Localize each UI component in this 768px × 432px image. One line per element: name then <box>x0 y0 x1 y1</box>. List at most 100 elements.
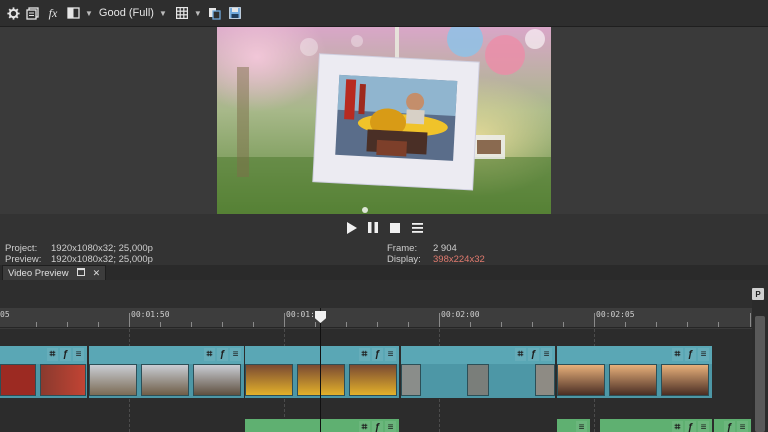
preview-quality-select[interactable]: Good (Full) <box>99 7 154 19</box>
timeline-tracks[interactable]: ⌗ ƒ ≡ ⌗ ƒ ≡ ⌗ ƒ ≡ ⌗ ƒ ≡ ⌗ ƒ ≡ ⌗ ƒ ≡ ≡ ⌗ … <box>0 329 752 432</box>
audio-clip[interactable]: ⌗ ƒ ≡ <box>600 419 713 432</box>
audio-clip[interactable]: ⌗ ƒ ≡ <box>245 419 400 432</box>
event-fx-icon[interactable]: ƒ <box>372 421 383 432</box>
ruler-minor-tick <box>501 322 502 327</box>
display-value: 398x224x32 <box>433 254 485 265</box>
video-clip[interactable]: ⌗ ƒ ≡ <box>0 346 88 398</box>
overlay-dropdown-icon[interactable]: ▼ <box>194 9 202 18</box>
scrollbar-thumb[interactable] <box>755 316 765 432</box>
pan-crop-icon[interactable]: ⌗ <box>47 348 58 361</box>
event-fx-icon[interactable]: ƒ <box>60 348 71 361</box>
ruler-minor-tick <box>222 322 223 327</box>
ruler-minor-tick <box>718 322 719 327</box>
video-fx-icon[interactable]: fx <box>44 3 62 23</box>
clip-thumbnail <box>557 364 605 396</box>
video-clip[interactable]: ⌗ ƒ ≡ <box>245 346 400 398</box>
timeline-ruler[interactable]: 05 00:01:50 00:01:55 00:02:00 00:02:05 <box>0 308 752 328</box>
maximize-icon[interactable] <box>76 268 85 278</box>
clip-thumbnail <box>349 364 397 396</box>
ruler-major-tick <box>439 313 440 327</box>
event-fx-icon[interactable]: ƒ <box>685 421 696 432</box>
ruler-minor-tick <box>253 322 254 327</box>
pause-icon[interactable] <box>366 221 380 235</box>
pan-crop-icon[interactable]: ⌗ <box>204 348 215 361</box>
split-screen-icon[interactable] <box>64 3 82 23</box>
ruler-minor-tick <box>408 322 409 327</box>
ruler-label: 00:02:05 <box>596 310 635 319</box>
clip-icons: ƒ ≡ <box>724 421 748 432</box>
clip-menu-icon[interactable]: ≡ <box>385 421 396 432</box>
audio-clip[interactable]: ƒ ≡ <box>714 419 752 432</box>
project-info: Project: 1920x1080x32; 25,000p <box>5 243 153 254</box>
marker-button[interactable]: P <box>752 288 764 300</box>
close-icon[interactable]: ✕ <box>93 268 101 279</box>
ruler-minor-tick <box>625 322 626 327</box>
ruler-minor-tick <box>687 322 688 327</box>
play-icon[interactable] <box>344 221 358 235</box>
window-tab-strip: Video Preview ✕ <box>0 265 768 280</box>
preview-frame-image[interactable] <box>217 27 551 214</box>
playhead-line[interactable] <box>320 308 321 432</box>
clip-thumbnail <box>467 364 489 396</box>
audio-clip[interactable]: ≡ <box>557 419 591 432</box>
event-fx-icon[interactable]: ƒ <box>685 348 696 361</box>
preview-info-panel: Project: 1920x1080x32; 25,000p Preview: … <box>0 241 768 265</box>
project-value: 1920x1080x32; 25,000p <box>51 243 153 254</box>
clip-icons: ⌗ ƒ ≡ <box>672 421 709 432</box>
clip-thumbnail <box>141 364 189 396</box>
ruler-minor-tick <box>160 322 161 327</box>
ruler-minor-tick <box>563 322 564 327</box>
ruler-label: 00:02:00 <box>441 310 480 319</box>
clip-thumbnail <box>245 364 293 396</box>
ruler-minor-tick <box>98 322 99 327</box>
pan-crop-icon[interactable]: ⌗ <box>672 421 683 432</box>
tab-video-preview[interactable]: Video Preview ✕ <box>2 265 107 280</box>
clip-menu-icon[interactable]: ≡ <box>541 348 552 361</box>
pan-crop-icon[interactable]: ⌗ <box>672 348 683 361</box>
clip-menu-icon[interactable]: ≡ <box>73 348 84 361</box>
clip-thumbnail <box>401 364 421 396</box>
event-fx-icon[interactable]: ƒ <box>528 348 539 361</box>
preview-quality-dropdown-icon[interactable]: ▼ <box>159 9 167 18</box>
timeline-vertical-scrollbar[interactable] <box>752 300 768 432</box>
clip-icons: ⌗ ƒ ≡ <box>672 348 709 361</box>
video-clip[interactable]: ⌗ ƒ ≡ <box>557 346 713 398</box>
pan-crop-icon[interactable]: ⌗ <box>359 348 370 361</box>
menu-icon[interactable] <box>410 221 424 235</box>
clip-thumbnail <box>609 364 657 396</box>
frame-value: 2 904 <box>433 243 457 254</box>
frame-info: Frame: 2 904 <box>387 243 457 254</box>
clip-menu-icon[interactable]: ≡ <box>385 348 396 361</box>
ruler-minor-tick <box>656 322 657 327</box>
grid-icon[interactable] <box>173 3 191 23</box>
stop-icon[interactable] <box>388 221 402 235</box>
clip-icons: ⌗ ƒ ≡ <box>359 421 396 432</box>
event-fx-icon[interactable]: ƒ <box>724 421 735 432</box>
clip-menu-icon[interactable]: ≡ <box>698 348 709 361</box>
clip-thumbnail <box>193 364 241 396</box>
clip-menu-icon[interactable]: ≡ <box>230 348 241 361</box>
pan-crop-icon[interactable]: ⌗ <box>515 348 526 361</box>
event-fx-icon[interactable]: ƒ <box>217 348 228 361</box>
video-clip[interactable]: ⌗ ƒ ≡ <box>401 346 556 398</box>
clip-icons: ⌗ ƒ ≡ <box>204 348 241 361</box>
frame-label: Frame: <box>387 243 418 254</box>
split-screen-dropdown-icon[interactable]: ▼ <box>85 9 93 18</box>
preview-options-icon[interactable] <box>24 3 42 23</box>
ruler-label: 05 <box>0 310 10 319</box>
ruler-minor-tick <box>470 322 471 327</box>
preview-value: 1920x1080x32; 25,000p <box>51 254 153 265</box>
event-fx-icon[interactable]: ƒ <box>372 348 383 361</box>
clip-menu-icon[interactable]: ≡ <box>737 421 748 432</box>
save-snapshot-icon[interactable] <box>226 3 244 23</box>
copy-snapshot-icon[interactable] <box>206 3 224 23</box>
ruler-minor-tick <box>67 322 68 327</box>
video-clip[interactable]: ⌗ ƒ ≡ <box>89 346 245 398</box>
clip-menu-icon[interactable]: ≡ <box>698 421 709 432</box>
clip-menu-icon[interactable]: ≡ <box>576 421 587 432</box>
clip-thumbnail <box>40 364 86 396</box>
pan-crop-icon[interactable]: ⌗ <box>359 421 370 432</box>
clip-thumbnail <box>535 364 555 396</box>
settings-gear-icon[interactable] <box>4 3 22 23</box>
ruler-label: 00:01:50 <box>131 310 170 319</box>
